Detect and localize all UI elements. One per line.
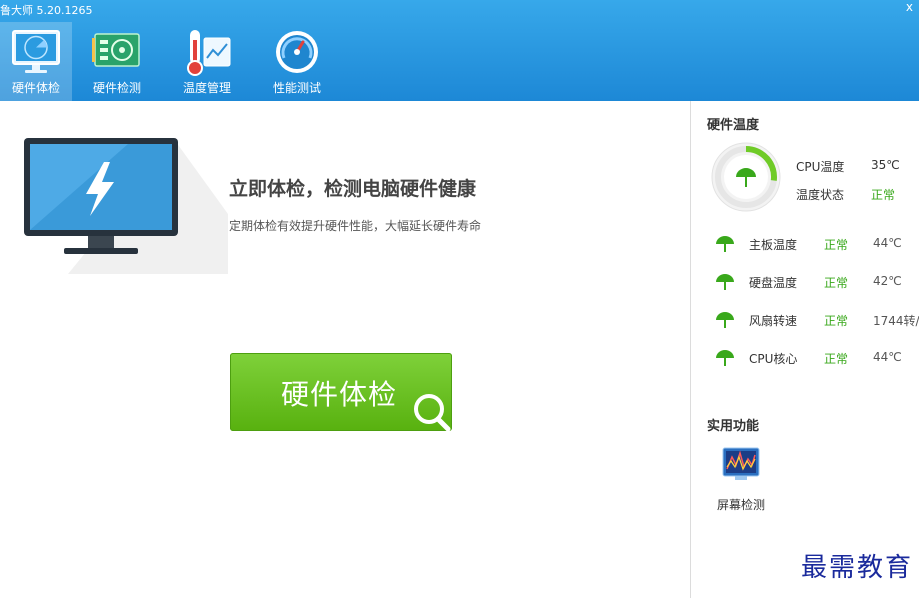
row-status: 正常 (824, 314, 849, 328)
check-button-label: 硬件体检 (281, 378, 398, 411)
page-subline: 定期体检有效提升硬件性能，大幅延长硬件寿命 (229, 219, 482, 233)
umbrella-icon (716, 236, 734, 252)
tab-hardware-checkup[interactable]: 硬件体检 (0, 22, 72, 101)
row-status: 正常 (824, 352, 849, 366)
temp-row-disk: 硬盘温度 正常 42℃ (707, 271, 919, 293)
tab-temperature[interactable]: 温度管理 (162, 22, 252, 101)
row-status: 正常 (824, 276, 849, 290)
umbrella-icon (716, 312, 734, 328)
row-value: 42℃ (873, 274, 902, 288)
row-value: 44℃ (873, 236, 902, 250)
tool-label: 屏幕检测 (716, 498, 765, 512)
temp-row-cpu-core: CPU核心 正常 44℃ (707, 347, 919, 369)
monitor-radar-icon (12, 30, 60, 73)
temp-status-value: 正常 (871, 188, 896, 202)
hardware-check-button[interactable]: 硬件体检 (230, 353, 452, 432)
page-headline: 立即体检，检测电脑硬件健康 (229, 178, 477, 200)
cpu-temp-label: CPU温度 (796, 160, 845, 174)
screen-test-tool[interactable]: 屏幕检测 (713, 447, 769, 517)
tools-title: 实用功能 (707, 419, 760, 434)
speedometer-icon (276, 31, 318, 73)
row-value: 1744转/ (873, 314, 919, 328)
row-value: 44℃ (873, 350, 902, 364)
tab-hardware-detect[interactable]: 硬件检测 (72, 22, 162, 101)
search-icon (414, 394, 451, 432)
tab-performance[interactable]: 性能测试 (252, 22, 342, 101)
monitor-lightning-icon (24, 138, 228, 274)
watermark: 最需教育 (800, 553, 913, 583)
row-label: 硬盘温度 (749, 276, 798, 290)
screen-test-icon (722, 447, 760, 480)
cpu-temp-gauge (711, 142, 781, 212)
thermometer-icon (187, 30, 231, 76)
hardware-temp-title: 硬件温度 (707, 118, 760, 133)
row-label: CPU核心 (749, 352, 798, 366)
main-nav: 硬件体检 硬件检测 温度管理 性能测试 (0, 22, 342, 101)
nav-label: 硬件体检 (11, 81, 60, 95)
temp-status-label: 温度状态 (796, 188, 845, 202)
temp-row-motherboard: 主板温度 正常 44℃ (707, 233, 919, 255)
row-status: 正常 (824, 238, 849, 252)
right-sidebar: 硬件温度 CPU温度 35℃ 温度状态 正常 主板温度 正常 44℃ 硬盘温度 … (690, 101, 919, 598)
cpu-temp-value: 35℃ (871, 158, 900, 172)
umbrella-icon (716, 274, 734, 290)
close-icon[interactable]: x (906, 0, 913, 14)
nav-label: 性能测试 (272, 81, 321, 95)
nav-label: 硬件检测 (92, 81, 141, 95)
circuit-board-icon (92, 33, 140, 67)
app-title: 鲁大师 5.20.1265 (0, 4, 93, 17)
row-label: 主板温度 (749, 238, 798, 252)
umbrella-icon (716, 350, 734, 366)
row-label: 风扇转速 (749, 314, 798, 328)
nav-label: 温度管理 (182, 81, 231, 95)
top-header: 鲁大师 5.20.1265 x 硬件体检 硬件检测 温度管理 性能测试 (0, 0, 919, 101)
temp-row-fan: 风扇转速 正常 1744转/ (707, 309, 919, 331)
